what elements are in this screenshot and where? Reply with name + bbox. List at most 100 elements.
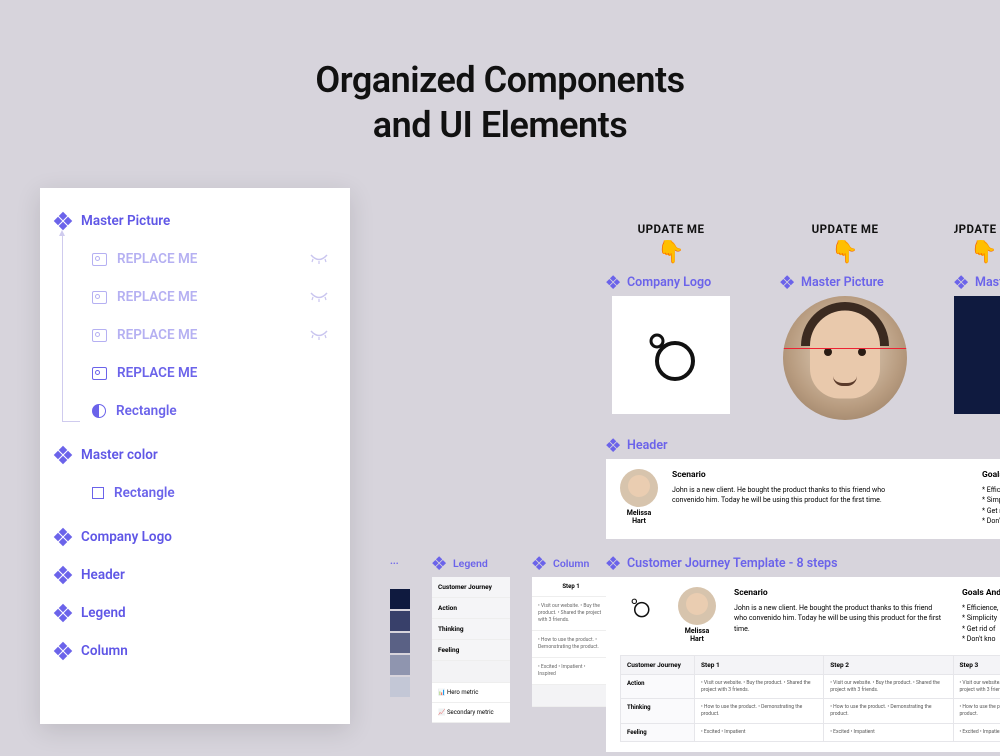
layer-column[interactable]: Column [56, 632, 334, 670]
swatch[interactable] [390, 633, 410, 653]
point-down-icon: 👇 [970, 240, 997, 265]
update-company-logo: UPDATE ME 👇 Company Logo [606, 222, 736, 420]
header-card[interactable]: Melissa Hart Scenario John is a new clie… [606, 459, 1000, 539]
legend-hero: 📊 Hero metric [432, 683, 510, 703]
column-list[interactable]: Step 1 • Visit our website. • Buy the pr… [532, 577, 610, 707]
swatch[interactable] [390, 655, 410, 675]
component-icon [56, 606, 71, 621]
section-title: Column [532, 556, 610, 571]
goals-line-4: * Don't kno [962, 634, 1000, 645]
legend-panel: Legend Customer Journey Action Thinking … [432, 556, 510, 723]
component-icon [56, 530, 71, 545]
scenario-heading: Scenario [734, 587, 944, 600]
cjt-cell[interactable]: • Visit our website. • Buy the product. … [695, 674, 824, 699]
layer-label: Legend [81, 605, 126, 621]
section-title-text: Customer Journey Template - 8 steps [627, 556, 838, 571]
section-title: Legend [432, 556, 510, 571]
alignment-guide [783, 348, 907, 349]
swatch[interactable] [390, 589, 410, 609]
cjt-cell[interactable]: • Visit our website. • Buy the product. … [953, 674, 1000, 699]
cjt-rowhead: Thinking [621, 699, 695, 724]
component-title: Company Logo [606, 275, 711, 290]
component-icon [608, 558, 619, 569]
component-title-text: Master color [975, 275, 1000, 290]
layer-label: Column [81, 643, 128, 659]
goals-line-2: * Simplicity to setup and use. [982, 495, 1000, 506]
cjt-cell[interactable]: • Excited • Impatient [953, 723, 1000, 741]
component-title-text: Company Logo [627, 275, 711, 290]
palette-column: ... [390, 556, 410, 697]
update-components-row: UPDATE ME 👇 Company Logo UPDATE ME 👇 Mas… [606, 222, 1000, 420]
hidden-icon[interactable] [310, 292, 328, 302]
swatch[interactable] [390, 611, 410, 631]
section-title-text: Header [627, 438, 668, 453]
component-icon [56, 214, 71, 229]
cjt-card[interactable]: Melissa Hart Scenario John is a new clie… [606, 577, 1000, 752]
cjt-cell[interactable]: • How to use the product. • Demonstratin… [824, 699, 953, 724]
cjt-cell[interactable]: • Excited • Impatient [695, 723, 824, 741]
persona-avatar [678, 587, 716, 625]
image-icon [92, 367, 107, 380]
master-picture-preview[interactable] [783, 296, 907, 420]
goals-line-4: * Don't know if his old receiver and bli… [982, 516, 1000, 527]
section-title-text: Legend [453, 557, 488, 570]
layer-label: Header [81, 567, 125, 583]
layer-label: REPLACE ME [117, 365, 197, 381]
layer-replace-me-4[interactable]: REPLACE ME [56, 354, 334, 392]
legend-metric [432, 661, 510, 683]
cjt-rowhead: Action [621, 674, 695, 699]
hidden-icon[interactable] [310, 330, 328, 340]
layer-rectangle-square[interactable]: Rectangle [56, 474, 334, 512]
layer-label: Master color [81, 447, 158, 463]
title-line-1: Organized Components [0, 58, 1000, 103]
scenario-heading: Scenario [672, 469, 902, 482]
layer-company-logo[interactable]: Company Logo [56, 518, 334, 556]
hidden-icon[interactable] [310, 254, 328, 264]
palette-swatches [390, 589, 410, 697]
swatch[interactable] [390, 677, 410, 697]
cjt-section: Customer Journey Template - 8 steps Meli… [606, 556, 1000, 752]
layer-label: REPLACE ME [117, 327, 197, 343]
update-master-color: UPDATE ME 👇 Master color [954, 222, 1000, 420]
header-section: Header Melissa Hart Scenario John is a n… [606, 438, 1000, 539]
component-title-text: Master Picture [801, 275, 884, 290]
scenario-body: John is a new client. He bought the prod… [734, 603, 944, 635]
cjt-cell[interactable]: • Visit our website. • Buy the product. … [824, 674, 953, 699]
more-icon[interactable]: ... [390, 556, 410, 567]
layer-master-color[interactable]: Master color [56, 436, 334, 474]
image-icon [92, 329, 107, 342]
layer-replace-me-3[interactable]: REPLACE ME [56, 316, 334, 354]
layer-master-picture[interactable]: Master Picture [56, 202, 334, 240]
mini-panels: ... Legend Customer Journey Action Think… [390, 556, 610, 723]
layer-header[interactable]: Header [56, 556, 334, 594]
cjt-step: Step 3 [953, 655, 1000, 674]
layers-panel: Master Picture REPLACE ME REPLACE ME REP… [40, 188, 350, 724]
goals-line-1: * Efficience, [962, 603, 1000, 614]
component-icon [608, 277, 619, 288]
company-logo-preview[interactable] [612, 296, 730, 414]
legend-row: Customer Journey [432, 577, 510, 598]
layer-replace-me-2[interactable]: REPLACE ME [56, 278, 334, 316]
component-icon [56, 568, 71, 583]
update-tag: UPDATE ME [954, 222, 1000, 236]
page-title: Organized Components and UI Elements [0, 0, 1000, 148]
component-icon [782, 277, 793, 288]
cjt-cell[interactable]: • How to use the product. • Demonstratin… [695, 699, 824, 724]
column-metric [532, 685, 610, 707]
layer-rectangle-contrast[interactable]: Rectangle [56, 392, 334, 430]
persona-avatar [620, 469, 658, 507]
title-line-2: and UI Elements [0, 103, 1000, 148]
goals-line-1: * Efficience, robustness, liability. [982, 485, 1000, 496]
cjt-step: Step 1 [695, 655, 824, 674]
cjt-cell[interactable]: • How to use the product. • Demonstratin… [953, 699, 1000, 724]
cjt-cell[interactable]: • Excited • Impatient [824, 723, 953, 741]
component-icon [434, 558, 445, 569]
cjt-logo [620, 587, 660, 627]
master-color-preview[interactable] [954, 296, 1000, 414]
persona-name: Melissa Hart [620, 509, 658, 525]
layer-replace-me-1[interactable]: REPLACE ME [56, 240, 334, 278]
legend-list[interactable]: Customer Journey Action Thinking Feeling… [432, 577, 510, 723]
column-step: Step 1 [532, 577, 610, 597]
layer-legend[interactable]: Legend [56, 594, 334, 632]
layer-label: Rectangle [114, 485, 175, 501]
